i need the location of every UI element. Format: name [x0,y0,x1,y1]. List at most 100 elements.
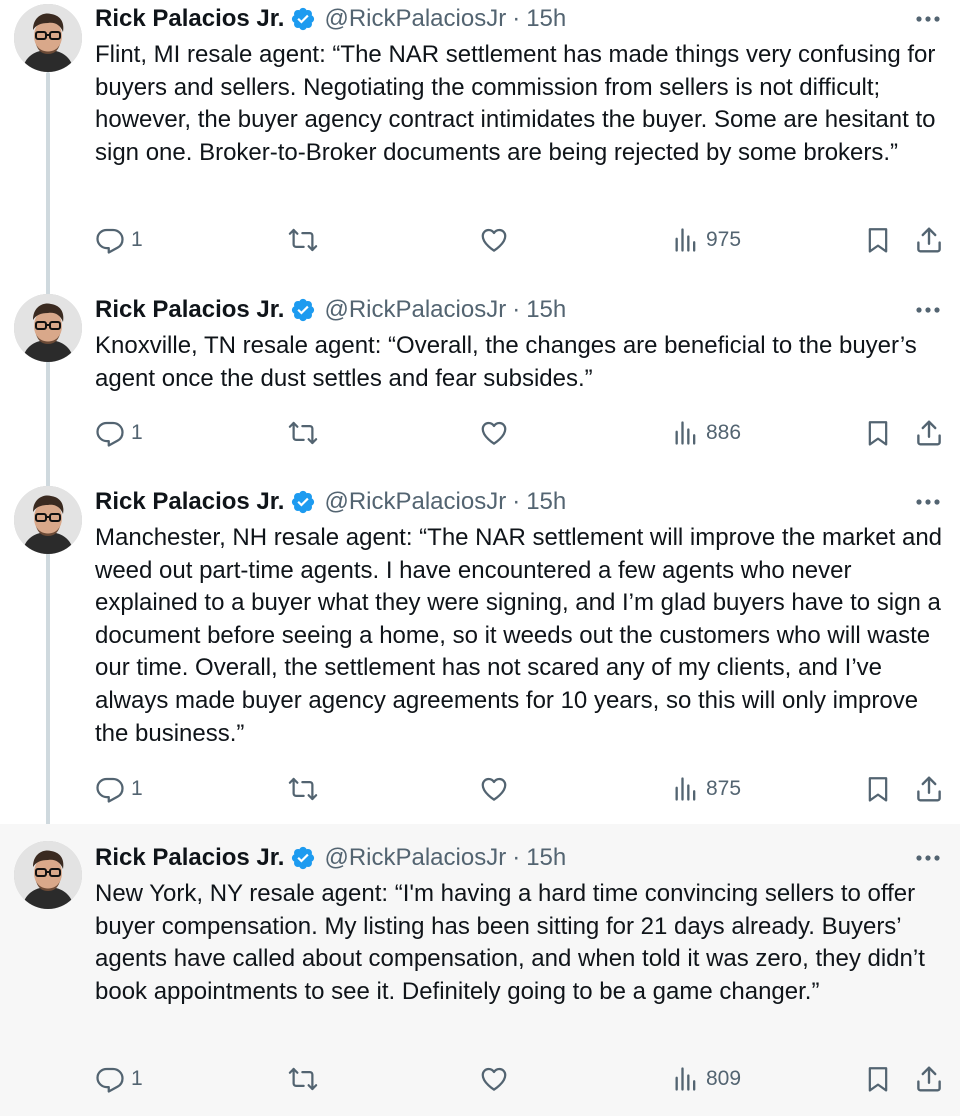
share-icon [914,774,944,804]
timestamp[interactable]: 15h [526,3,566,35]
reply-count: 1 [131,421,143,444]
repost-icon [287,225,319,255]
share-button[interactable] [914,1062,944,1096]
avatar[interactable] [14,486,82,554]
avatar[interactable] [14,841,82,909]
avatar-image [14,4,82,72]
views-icon [672,418,700,448]
more-icon[interactable] [914,488,942,516]
author-handle[interactable]: @RickPalaciosJr [324,294,506,326]
bookmark-icon [864,1064,892,1094]
like-icon [479,1064,509,1094]
timestamp[interactable]: 15h [526,294,566,326]
reply-button[interactable]: 1 [95,416,143,450]
tweet-text: New York, NY resale agent: “I'm having a… [95,880,932,1005]
reply-count: 1 [131,228,143,251]
reply-icon [95,774,125,804]
author-name[interactable]: Rick Palacios Jr. [95,842,284,874]
tweet[interactable]: Rick Palacios Jr. @RickPalaciosJr · 15h … [0,484,960,824]
tweet[interactable]: Rick Palacios Jr. @RickPalaciosJr · 15h … [0,292,960,484]
bookmark-icon [864,418,892,448]
avatar-image [14,841,82,909]
verified-badge-icon [290,297,316,323]
reply-button[interactable]: 1 [95,1062,143,1096]
like-button[interactable] [479,223,509,257]
reply-icon [95,225,125,255]
reply-icon [95,1064,125,1094]
reply-button[interactable]: 1 [95,223,143,257]
reply-count: 1 [131,777,143,800]
repost-icon [287,418,319,448]
author-name[interactable]: Rick Palacios Jr. [95,3,284,35]
tweet-text: Manchester, NH resale agent: “The NAR se… [95,524,949,747]
reply-button[interactable]: 1 [95,772,143,806]
share-button[interactable] [914,416,944,450]
bookmark-button[interactable] [864,223,892,257]
views-count: 809 [706,1067,742,1090]
tweet[interactable]: Rick Palacios Jr. @RickPalaciosJr · 15h … [0,824,960,1116]
bookmark-icon [864,774,892,804]
views-button[interactable]: 875 [672,772,741,806]
reply-count: 1 [131,1067,143,1090]
views-count: 886 [706,421,742,444]
reply-icon [95,418,125,448]
repost-icon [287,1064,319,1094]
more-icon[interactable] [914,5,942,33]
timestamp[interactable]: 15h [526,486,566,518]
like-button[interactable] [479,1062,509,1096]
views-icon [672,774,700,804]
views-count: 875 [706,777,742,800]
repost-button[interactable] [287,772,319,806]
views-button[interactable]: 886 [672,416,741,450]
avatar-image [14,294,82,362]
avatar-image [14,486,82,554]
author-handle[interactable]: @RickPalaciosJr [324,3,506,35]
bookmark-button[interactable] [864,416,892,450]
views-icon [672,225,700,255]
author-name[interactable]: Rick Palacios Jr. [95,486,284,518]
tweet-header: Rick Palacios Jr. @RickPalaciosJr · 15h [95,3,566,35]
avatar[interactable] [14,4,82,72]
author-handle[interactable]: @RickPalaciosJr [324,486,506,518]
separator-dot: · [512,5,521,32]
share-icon [914,225,944,255]
tweet-text: Knoxville, TN resale agent: “Overall, th… [95,332,924,392]
share-icon [914,1064,944,1094]
tweet[interactable]: Rick Palacios Jr. @RickPalaciosJr · 15h … [0,0,960,292]
bookmark-icon [864,225,892,255]
separator-dot: · [512,844,521,871]
repost-button[interactable] [287,1062,319,1096]
tweet-header: Rick Palacios Jr. @RickPalaciosJr · 15h [95,294,566,326]
repost-button[interactable] [287,416,319,450]
verified-badge-icon [290,489,316,515]
bookmark-button[interactable] [864,1062,892,1096]
like-button[interactable] [479,416,509,450]
verified-badge-icon [290,845,316,871]
timestamp[interactable]: 15h [526,842,566,874]
share-button[interactable] [914,223,944,257]
avatar[interactable] [14,294,82,362]
separator-dot: · [512,296,521,323]
more-icon[interactable] [914,844,942,872]
author-handle[interactable]: @RickPalaciosJr [324,842,506,874]
author-name[interactable]: Rick Palacios Jr. [95,294,284,326]
bookmark-button[interactable] [864,772,892,806]
like-button[interactable] [479,772,509,806]
tweet-text: Flint, MI resale agent: “The NAR settlem… [95,41,943,166]
verified-badge-icon [290,6,316,32]
tweet-header: Rick Palacios Jr. @RickPalaciosJr · 15h [95,842,566,874]
views-count: 975 [706,228,742,251]
views-button[interactable]: 975 [672,223,741,257]
like-icon [479,225,509,255]
like-icon [479,418,509,448]
repost-button[interactable] [287,223,319,257]
separator-dot: · [512,488,521,515]
share-icon [914,418,944,448]
tweet-header: Rick Palacios Jr. @RickPalaciosJr · 15h [95,486,566,518]
more-icon[interactable] [914,296,942,324]
views-button[interactable]: 809 [672,1062,741,1096]
views-icon [672,1064,700,1094]
repost-icon [287,774,319,804]
like-icon [479,774,509,804]
share-button[interactable] [914,772,944,806]
